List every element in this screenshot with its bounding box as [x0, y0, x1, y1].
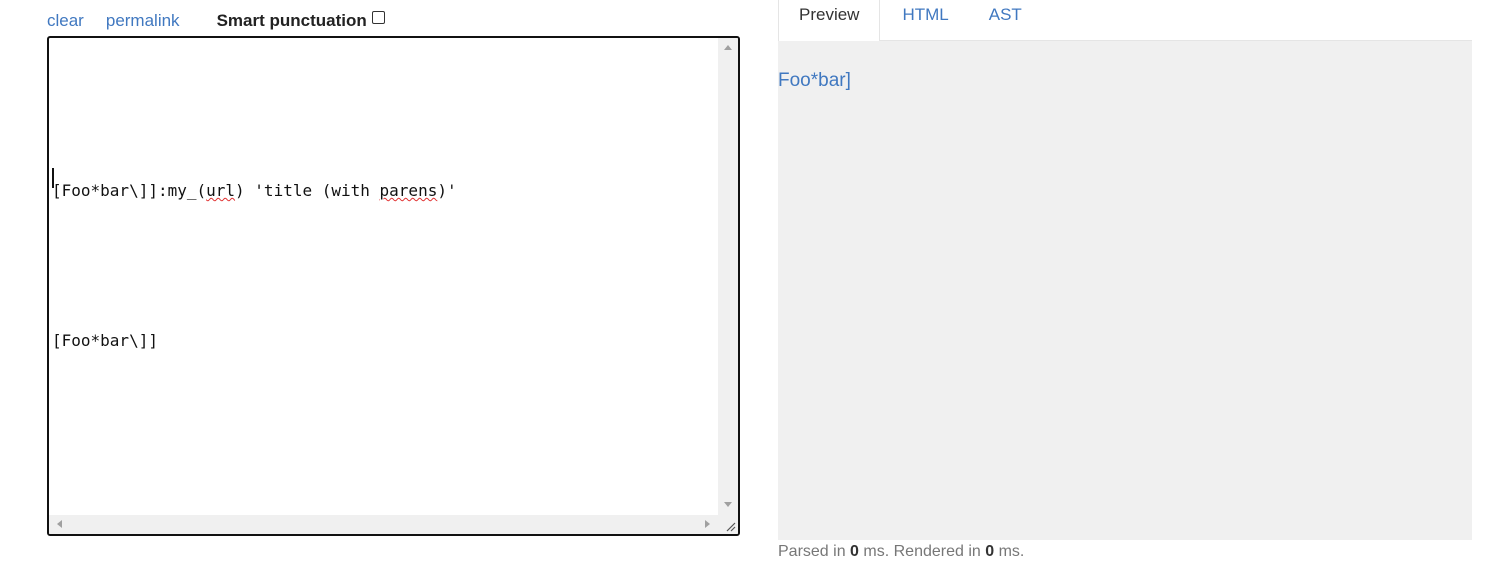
output-tabs: Preview HTML AST — [778, 0, 1472, 41]
status-parsed-prefix: Parsed in — [778, 543, 851, 560]
preview-pane: Foo*bar] — [778, 41, 1472, 540]
timing-status: Parsed in 0 ms. Rendered in 0 ms. — [778, 543, 1024, 561]
editor-line-2: [Foo*bar\]] — [52, 331, 158, 350]
status-parsed-ms: 0 — [850, 543, 859, 560]
scroll-up-arrow-icon[interactable] — [724, 45, 732, 50]
text-caret — [52, 168, 54, 188]
editor-content[interactable]: [Foo*bar\]]:my_(url) 'title (with parens… — [52, 66, 457, 466]
smart-punctuation-label: Smart punctuation — [216, 11, 367, 30]
vertical-scrollbar[interactable] — [718, 38, 738, 515]
tab-html[interactable]: HTML — [880, 0, 968, 40]
permalink-link[interactable]: permalink — [106, 11, 180, 31]
spellcheck-word-url: url — [206, 181, 236, 200]
status-rendered-ms: 0 — [985, 543, 995, 560]
editor-line-1-text-c: )' — [437, 181, 457, 200]
editor-line-1-text-a: [Foo*bar\]]:my_( — [52, 181, 207, 200]
editor-line-1: [Foo*bar\]]:my_(url) 'title (with parens… — [52, 166, 457, 216]
markdown-editor[interactable]: [Foo*bar\]]:my_(url) 'title (with parens… — [47, 36, 740, 536]
scroll-left-arrow-icon[interactable] — [57, 520, 62, 528]
horizontal-scrollbar[interactable] — [49, 515, 718, 534]
clear-link[interactable]: clear — [47, 11, 84, 31]
tab-preview[interactable]: Preview — [778, 0, 881, 41]
status-suffix: ms. — [994, 543, 1025, 560]
smart-punctuation-checkbox[interactable] — [371, 10, 385, 24]
scroll-down-arrow-icon[interactable] — [724, 502, 732, 507]
tab-ast[interactable]: AST — [969, 0, 1042, 40]
editor-line-1-text-b: ) 'title (with — [235, 181, 380, 200]
spellcheck-word-parens: parens — [379, 181, 438, 200]
preview-rendered-link[interactable]: Foo*bar] — [778, 70, 851, 92]
scroll-right-arrow-icon[interactable] — [705, 520, 710, 528]
status-rendered-prefix: ms. Rendered in — [858, 543, 986, 560]
resize-grip-icon[interactable] — [718, 515, 738, 534]
toolbar: clear permalink Smart punctuation — [47, 8, 385, 34]
